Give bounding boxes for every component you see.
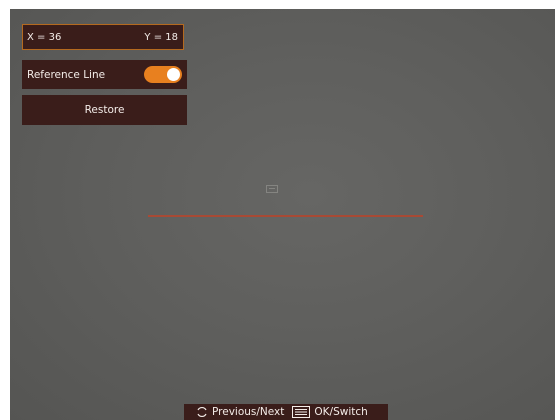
- hint-bar: Previous/Next OK/Switch: [184, 404, 388, 420]
- restore-button[interactable]: Restore: [22, 95, 187, 125]
- toggle-knob: [167, 68, 180, 81]
- reference-line-toggle[interactable]: [144, 66, 182, 83]
- x-coordinate: X = 36: [27, 31, 62, 43]
- reference-line[interactable]: [148, 215, 423, 217]
- rotate-icon: [196, 406, 208, 418]
- reference-line-label: Reference Line: [27, 68, 106, 81]
- ok-switch-hint: OK/Switch: [314, 406, 368, 418]
- reference-line-setting[interactable]: Reference Line: [22, 60, 187, 89]
- target-icon: [266, 185, 278, 193]
- previous-next-hint: Previous/Next: [212, 406, 285, 418]
- thermal-view: X = 36 Y = 18 Reference Line Restore Pre…: [10, 9, 555, 420]
- coordinate-display[interactable]: X = 36 Y = 18: [22, 24, 184, 50]
- restore-label: Restore: [84, 104, 125, 116]
- menu-icon: [292, 406, 311, 418]
- y-coordinate: Y = 18: [144, 31, 178, 43]
